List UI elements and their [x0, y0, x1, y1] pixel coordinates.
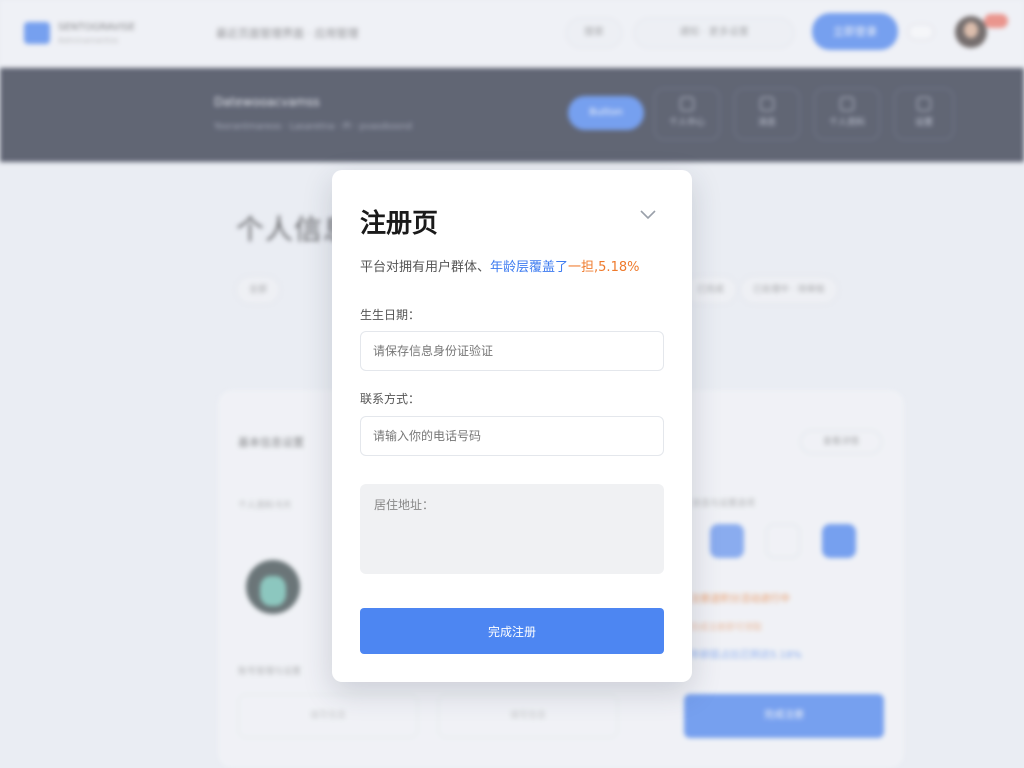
notice-highlight-orange: 一担,5.18%: [568, 260, 640, 275]
submit-registration-button[interactable]: 完成注册: [360, 608, 664, 654]
notice-highlight-blue: 年龄层覆盖了: [490, 260, 569, 275]
contact-label: 联系方式：: [360, 392, 421, 406]
modal-notice: 平台对拥有用户群体、年龄层覆盖了一担,5.18%: [360, 256, 639, 275]
birthdate-label: 生生日期：: [360, 308, 421, 322]
address-textarea[interactable]: [360, 484, 664, 574]
modal-title: 注册页: [360, 209, 439, 239]
chevron-down-icon[interactable]: [638, 208, 658, 222]
registration-modal: 注册页 平台对拥有用户群体、年龄层覆盖了一担,5.18% 生生日期： 联系方式：…: [332, 170, 692, 682]
birthdate-input[interactable]: [360, 331, 664, 371]
notice-prefix: 平台对拥有用户群体、: [360, 260, 491, 275]
contact-input[interactable]: [360, 416, 664, 456]
